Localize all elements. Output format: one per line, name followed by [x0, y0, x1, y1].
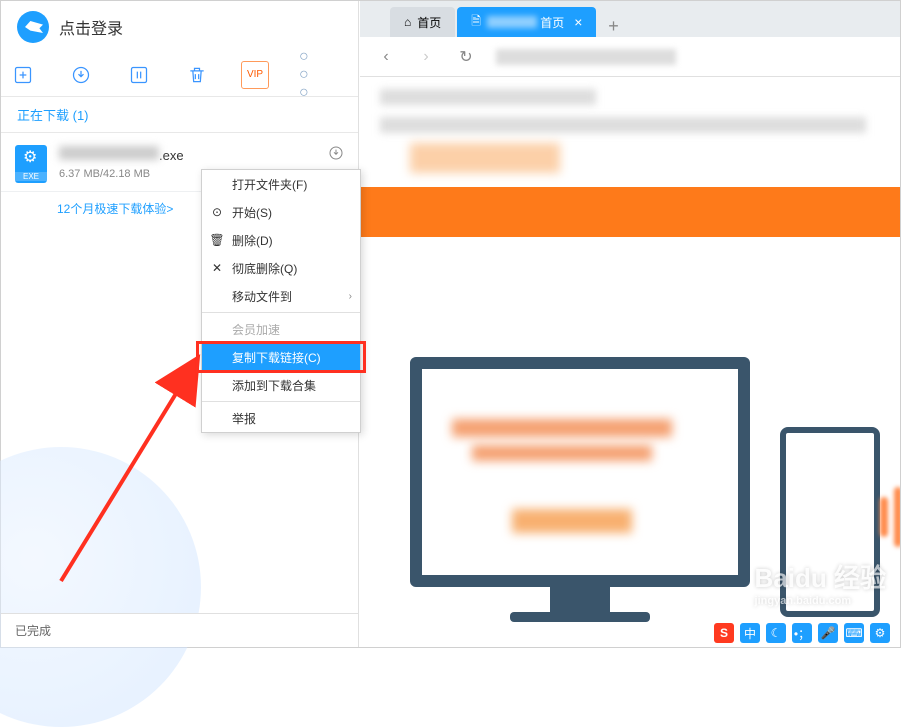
orange-banner — [360, 187, 900, 237]
ctx-open-folder[interactable]: 打开文件夹(F) — [202, 170, 360, 198]
file-type-icon — [15, 145, 47, 183]
ctx-delete[interactable]: 🗑删除(D) — [202, 226, 360, 254]
new-task-button[interactable] — [9, 61, 37, 89]
tray-mic-icon[interactable]: 🎤 — [818, 623, 838, 643]
more-button[interactable]: ○ ○ ○ — [299, 61, 327, 89]
footer-completed[interactable]: 已完成 — [15, 622, 51, 639]
page-logo-blurred — [410, 143, 560, 173]
context-menu: 打开文件夹(F) ⊙开始(S) 🗑删除(D) ✕彻底删除(Q) 移动文件到› 会… — [201, 169, 361, 433]
ctx-add-collection[interactable]: 添加到下载合集 — [202, 371, 360, 399]
tray-ime-icon[interactable]: 中 — [740, 623, 760, 643]
background-globe — [0, 447, 201, 727]
new-tab-button[interactable]: + — [598, 16, 628, 37]
menu-separator — [202, 401, 360, 402]
filename-blurred — [59, 146, 159, 160]
tray-settings-icon[interactable]: ⚙ — [870, 623, 890, 643]
address-bar: ‹ › ↻ — [360, 37, 900, 77]
page-icon: 🗎 — [471, 12, 481, 33]
menu-separator — [202, 312, 360, 313]
reload-button[interactable]: ↻ — [456, 47, 476, 67]
tab-downloading[interactable]: 正在下载 (1) — [17, 105, 89, 124]
tray-punct-icon[interactable]: •； — [792, 623, 812, 643]
ctx-copy-link[interactable]: 复制下载链接(C) — [202, 343, 360, 371]
ctx-move-to[interactable]: 移动文件到› — [202, 282, 360, 310]
app-header: 点击登录 — [1, 1, 358, 53]
toolbar: VIP ○ ○ ○ — [1, 53, 358, 97]
ctx-delete-full[interactable]: ✕彻底删除(Q) — [202, 254, 360, 282]
tab-active[interactable]: 🗎 首页× — [457, 7, 596, 37]
vip-button[interactable]: VIP — [241, 61, 269, 89]
login-link[interactable]: 点击登录 — [59, 15, 123, 39]
footer-bar: 已完成 — [1, 613, 358, 647]
watermark: Baidu 经验 jingyan.baidu.com — [755, 558, 886, 607]
browser-tabs: ⌂首页 🗎 首页× + — [360, 1, 900, 37]
tray-sogou-icon[interactable]: S — [714, 623, 734, 643]
nav-forward-button[interactable]: › — [416, 48, 436, 66]
promo-link[interactable]: 12个月极速下载体验> — [57, 202, 173, 216]
tab-home[interactable]: ⌂首页 — [390, 7, 455, 37]
filter-tabs: 正在下载 (1) — [1, 97, 358, 133]
filename-ext: .exe — [159, 148, 184, 163]
url-blurred[interactable] — [496, 49, 676, 65]
ctx-start[interactable]: ⊙开始(S) — [202, 198, 360, 226]
chevron-right-icon: › — [349, 291, 352, 302]
tab-close-icon[interactable]: × — [574, 14, 582, 30]
system-tray: S 中 ☾ •； 🎤 ⌨ ⚙ — [714, 623, 890, 643]
item-download-icon[interactable] — [328, 145, 344, 164]
trash-icon: 🗑 — [210, 233, 224, 247]
play-icon: ⊙ — [210, 205, 224, 219]
app-logo-icon — [17, 11, 49, 43]
close-icon: ✕ — [210, 261, 224, 275]
nav-back-button[interactable]: ‹ — [376, 48, 396, 66]
ctx-report[interactable]: 举报 — [202, 404, 360, 432]
ctx-vip-accel: 会员加速 — [202, 315, 360, 343]
tray-keyboard-icon[interactable]: ⌨ — [844, 623, 864, 643]
tray-moon-icon[interactable]: ☾ — [766, 623, 786, 643]
delete-button[interactable] — [183, 61, 211, 89]
download-button[interactable] — [67, 61, 95, 89]
pause-button[interactable] — [125, 61, 153, 89]
home-icon: ⌂ — [404, 15, 411, 29]
